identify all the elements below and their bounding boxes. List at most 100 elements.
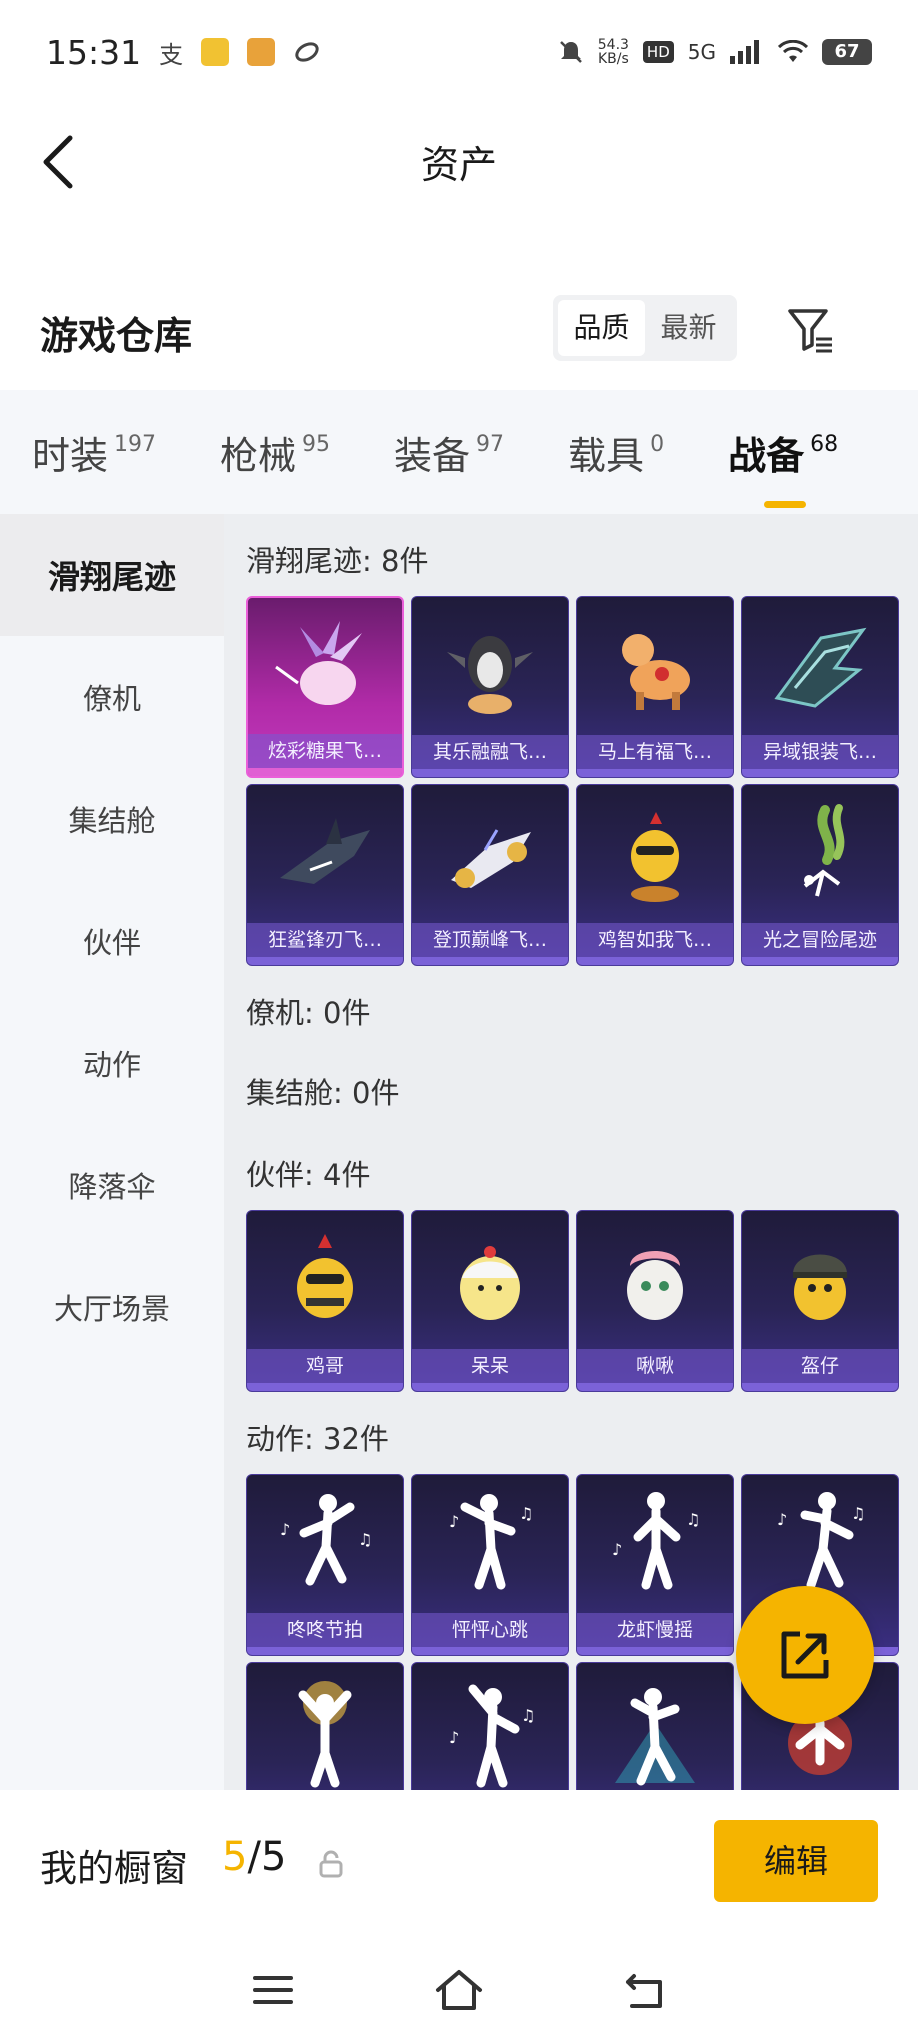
sidebar-item-emote[interactable]: 动作 [0,1002,224,1124]
item-card-label: 怦怦心跳 [412,1613,568,1647]
item-card[interactable]: ♪ ♫ 龙虾慢摇 [576,1474,734,1656]
wifi-icon [778,40,808,62]
lock-icon [319,1850,343,1878]
item-card[interactable]: 登顶巅峰飞… [411,784,569,966]
card-rarity-bar [248,768,402,776]
item-card-label: 其乐融融飞… [412,735,568,769]
net-speed: 54.3 KB/s [598,38,629,66]
card-rarity-bar [412,957,568,965]
share-export-icon [781,1631,829,1679]
item-card[interactable]: 盔仔 [741,1210,899,1392]
tab-count: 95 [302,431,331,457]
page-title: 资产 [420,143,497,187]
svg-text:♪: ♪ [449,1512,459,1531]
sidebar-item-wingman[interactable]: 僚机 [0,636,224,758]
edit-button[interactable]: 编辑 [714,1820,878,1902]
app-notification-icon [201,38,230,66]
sidebar-item-parachute[interactable]: 降落伞 [0,1124,224,1246]
sort-toggle: 品质 最新 [553,295,737,361]
item-card[interactable]: 其乐融融飞… [411,596,569,778]
tab-vehicles[interactable]: 载具 0 [568,425,664,480]
sort-newest-option[interactable]: 最新 [645,300,732,356]
showcase-bar: 我的橱窗 5/5 编辑 [0,1790,918,1940]
item-card[interactable]: ♪ ♫ [411,1662,569,1790]
item-card-label: 异域银装飞… [742,735,898,769]
tab-label: 装备 [394,433,471,478]
sidebar-item-partner[interactable]: 伙伴 [0,880,224,1002]
active-tab-underline [764,500,807,508]
tab-guns[interactable]: 枪械 95 [220,425,330,480]
item-card[interactable]: 炫彩糖果飞… [246,596,404,778]
card-rarity-bar [742,1383,898,1391]
section-heading-assembly: 集结舱: 0件 [246,1076,400,1110]
nav-home-button[interactable] [431,1962,487,2018]
item-card[interactable]: 鸡智如我飞… [576,784,734,966]
item-card-label: 狂鲨锋刃飞… [247,923,403,957]
card-rarity-bar [247,1647,403,1655]
item-card[interactable] [576,1662,734,1790]
penguin-glider-art [412,597,568,737]
showcase-max: 5 [260,1834,287,1880]
top-bar: 资产 [0,104,918,224]
card-rarity-bar [742,957,898,965]
sort-quality-option[interactable]: 品质 [558,300,645,356]
filter-button[interactable] [786,305,836,355]
item-card[interactable]: 马上有福飞… [576,596,734,778]
net-speed-value: 54.3 [597,37,629,53]
svg-text:♫: ♫ [519,1504,533,1523]
item-card-label: 龙虾慢摇 [577,1613,733,1647]
mute-bell-icon [559,41,582,63]
item-card[interactable]: ♪ ♫ 咚咚节拍 [246,1474,404,1656]
item-card[interactable]: 光之冒险尾迹 [741,784,899,966]
tab-equipment[interactable]: 装备 97 [394,425,504,480]
card-rarity-bar [577,769,733,777]
item-card[interactable]: 呆呆 [411,1210,569,1392]
signal-icon [730,40,759,64]
status-right: 54.3 KB/s HD 5G 67 [558,38,872,66]
sidebar-item-assembly-pod[interactable]: 集结舱 [0,758,224,880]
svg-text:♫: ♫ [521,1706,535,1725]
dance-figure-art: ♪ ♫ [577,1475,733,1615]
candy-trail-art [248,598,402,738]
alipay-icon: 支 [159,40,184,69]
item-card[interactable]: 啾啾 [576,1210,734,1392]
showcase-separator: / [247,1834,261,1880]
sidebar-item-lobby-scene[interactable]: 大厅场景 [0,1246,224,1368]
nav-menu-button[interactable] [245,1962,301,2018]
dance-figure-art [577,1663,733,1790]
warehouse-title: 游戏仓库 [40,314,193,358]
card-rarity-bar [577,957,733,965]
item-card[interactable]: 狂鲨锋刃飞… [246,784,404,966]
item-card-label: 炫彩糖果飞… [248,734,402,768]
back-arrow-icon [626,1974,662,2008]
sidebar-item-glide-trail[interactable]: 滑翔尾迹 [0,514,224,636]
dance-figure-art: ♪ ♫ [247,1475,403,1615]
svg-text:♫: ♫ [851,1504,865,1523]
category-sidebar: 滑翔尾迹 僚机 集结舱 伙伴 动作 降落伞 大厅场景 [0,514,224,1790]
tab-label: 战备 [728,433,805,478]
card-rarity-bar [412,1383,568,1391]
network-type: 5G [687,40,716,64]
horse-glider-art [577,597,733,737]
item-card[interactable] [246,1662,404,1790]
tab-count: 197 [114,431,157,457]
item-card-label: 盔仔 [742,1349,898,1383]
item-card[interactable]: ♪ ♫ 怦怦心跳 [411,1474,569,1656]
item-card[interactable]: 异域银装飞… [741,596,899,778]
item-card-label: 马上有福飞… [577,735,733,769]
silver-wing-glider-art [742,597,898,737]
item-card-label: 鸡哥 [247,1349,403,1383]
status-bar: 15:31 支 54.3 KB/s HD 5G 67 [0,0,918,104]
shark-glider-art [247,785,403,925]
partner-chicken-bro-art [247,1211,403,1351]
share-float-button[interactable] [736,1586,874,1724]
tab-combat-gear[interactable]: 战备 68 [728,425,838,508]
tab-fashion[interactable]: 时装 197 [32,425,156,480]
card-rarity-bar [412,1647,568,1655]
menu-icon [253,1976,293,2004]
showcase-count: 5/5 [222,1834,286,1880]
nav-back-button[interactable] [617,1962,673,2018]
tab-label: 载具 [568,433,645,478]
item-card[interactable]: 鸡哥 [246,1210,404,1392]
partner-jiujiu-art [577,1211,733,1351]
